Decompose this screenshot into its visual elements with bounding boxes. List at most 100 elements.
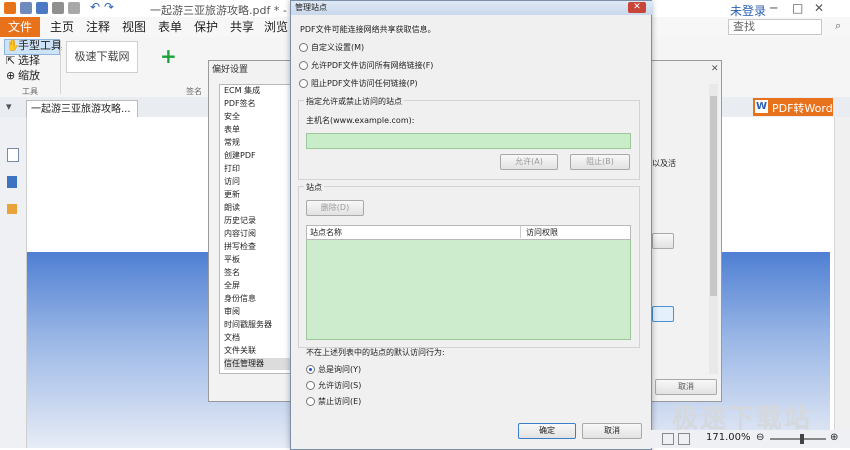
block-button[interactable]: 阻止(B) [570, 154, 630, 170]
delete-button[interactable]: 删除(D) [306, 200, 364, 216]
category-timestamp[interactable]: 时间戳服务器 [224, 319, 272, 331]
zoom-out-icon[interactable]: ⊖ [756, 432, 764, 443]
pref-close-icon[interactable]: ✕ [711, 64, 719, 74]
pref-cancel-button[interactable]: 取消 [655, 379, 717, 395]
category-trust-manager[interactable]: 信任管理器 [224, 358, 290, 370]
category-form[interactable]: 表单 [224, 124, 240, 136]
bookmark-icon[interactable] [7, 148, 19, 162]
undo-icon[interactable]: ↶ [90, 0, 100, 14]
zoom-slider-thumb[interactable] [800, 434, 804, 444]
preferences-title: 偏好设置 [212, 65, 249, 75]
comments-icon[interactable] [7, 204, 17, 214]
radio-allow-access[interactable] [306, 381, 315, 390]
sites-group-label: 站点 [304, 182, 324, 193]
pref-focused-button[interactable] [652, 306, 674, 322]
close-icon[interactable]: ✕ [814, 1, 824, 15]
tab-protect[interactable]: 保护 [186, 17, 226, 37]
select-button[interactable]: 选择 [18, 53, 40, 69]
category-history[interactable]: 历史记录 [224, 215, 256, 227]
group-label-sign: 签名 [186, 87, 202, 96]
app-icon [4, 2, 16, 14]
cancel-button[interactable]: 取消 [582, 423, 642, 439]
category-subscription[interactable]: 内容订阅 [224, 228, 256, 240]
ok-button[interactable]: 确定 [518, 423, 576, 439]
pref-hidden-button[interactable] [652, 233, 674, 249]
column-site-name[interactable]: 站点名称 [310, 227, 342, 238]
vertical-scrollbar[interactable] [834, 117, 850, 448]
zoom-in-icon[interactable]: ⊕ [830, 432, 838, 443]
pdf-to-word-label: PDF转Word [772, 102, 833, 115]
radio-deny-access-label[interactable]: 禁止访问(E) [318, 396, 361, 407]
category-create-pdf[interactable]: 创建PDF [224, 150, 256, 162]
zoom-level[interactable]: 171.00% [706, 432, 751, 443]
radio-allow-all[interactable] [299, 61, 308, 70]
category-document[interactable]: 文档 [224, 332, 240, 344]
search-input[interactable]: 查找 [728, 19, 822, 35]
group-label-tools: 工具 [22, 87, 38, 96]
category-review[interactable]: 审阅 [224, 306, 240, 318]
category-print[interactable]: 打印 [224, 163, 240, 175]
radio-always-ask-label[interactable]: 总是询问(Y) [318, 364, 361, 375]
email-icon[interactable] [68, 2, 80, 14]
print-icon[interactable] [52, 2, 64, 14]
redo-icon[interactable]: ↷ [104, 0, 114, 14]
sites-list-header [306, 225, 631, 240]
two-page-icon[interactable] [678, 433, 690, 445]
category-general[interactable]: 常规 [224, 137, 240, 149]
category-spell-check[interactable]: 拼写检查 [224, 241, 256, 253]
category-pdf-sign[interactable]: PDF签名 [224, 98, 256, 110]
search-icon[interactable]: ⌕ [835, 19, 841, 33]
open-icon[interactable] [20, 2, 32, 14]
category-read-aloud[interactable]: 朗读 [224, 202, 240, 214]
radio-always-ask[interactable] [306, 365, 315, 374]
radio-allow-all-label[interactable]: 允许PDF文件访问所有网络链接(F) [311, 60, 433, 71]
category-full-screen[interactable]: 全屏 [224, 280, 240, 292]
site-logo: 极速下载网 [66, 41, 138, 73]
category-security[interactable]: 安全 [224, 111, 240, 123]
host-input[interactable] [306, 133, 631, 149]
preferences-category-list[interactable]: ECM 集成 PDF签名 安全 表单 常规 创建PDF 打印 访问 更新 朗读 … [219, 84, 295, 374]
tab-menu-icon[interactable]: ▾ [6, 100, 12, 113]
maximize-icon[interactable]: □ [792, 1, 803, 15]
tab-form[interactable]: 表单 [150, 17, 190, 37]
hand-tool-button[interactable]: 手型工具 [18, 38, 62, 54]
column-divider [520, 226, 521, 238]
host-label: 主机名(www.example.com): [306, 116, 415, 125]
page-view-icon[interactable] [662, 433, 674, 445]
window-title: 一起游三亚旅游攻略.pdf * - 福昕 [150, 4, 313, 17]
radio-custom-label[interactable]: 自定义设置(M) [311, 42, 364, 53]
category-file-association[interactable]: 文件关联 [224, 345, 256, 357]
sites-list[interactable] [306, 225, 631, 340]
save-icon[interactable] [36, 2, 48, 14]
tab-home[interactable]: 主页 [42, 17, 82, 37]
add-icon[interactable]: + [160, 44, 177, 68]
close-dialog-icon[interactable]: ✕ [628, 2, 646, 13]
allow-button[interactable]: 允许(A) [500, 154, 558, 170]
category-access[interactable]: 访问 [224, 176, 240, 188]
category-tablet[interactable]: 平板 [224, 254, 240, 266]
radio-allow-access-label[interactable]: 允许访问(S) [318, 380, 361, 391]
column-access[interactable]: 访问权限 [526, 227, 558, 238]
word-icon: W [755, 100, 768, 113]
radio-block-all-label[interactable]: 阻止PDF文件访问任何链接(P) [311, 78, 418, 89]
site-spec-group-label: 指定允许或禁止访问的站点 [304, 96, 404, 107]
category-update[interactable]: 更新 [224, 189, 240, 201]
radio-deny-access[interactable] [306, 397, 315, 406]
category-identity[interactable]: 身份信息 [224, 293, 256, 305]
category-ecm[interactable]: ECM 集成 [224, 85, 260, 97]
radio-block-all[interactable] [299, 79, 308, 88]
pref-scroll-thumb[interactable] [710, 96, 717, 296]
tab-view[interactable]: 视图 [114, 17, 154, 37]
zoom-slider[interactable] [770, 438, 826, 440]
radio-custom[interactable] [299, 43, 308, 52]
document-tab[interactable]: 一起游三亚旅游攻略... [26, 100, 138, 118]
ribbon-divider [60, 40, 61, 94]
category-signature[interactable]: 签名 [224, 267, 240, 279]
zoom-button[interactable]: 缩放 [18, 68, 40, 84]
navigation-panel [0, 117, 27, 448]
pref-partial-text: 以及活 [652, 159, 676, 168]
minimize-icon[interactable]: ─ [770, 1, 777, 15]
tab-comment[interactable]: 注释 [78, 17, 118, 37]
tab-file[interactable]: 文件 [0, 17, 40, 37]
pages-icon[interactable] [7, 176, 17, 188]
